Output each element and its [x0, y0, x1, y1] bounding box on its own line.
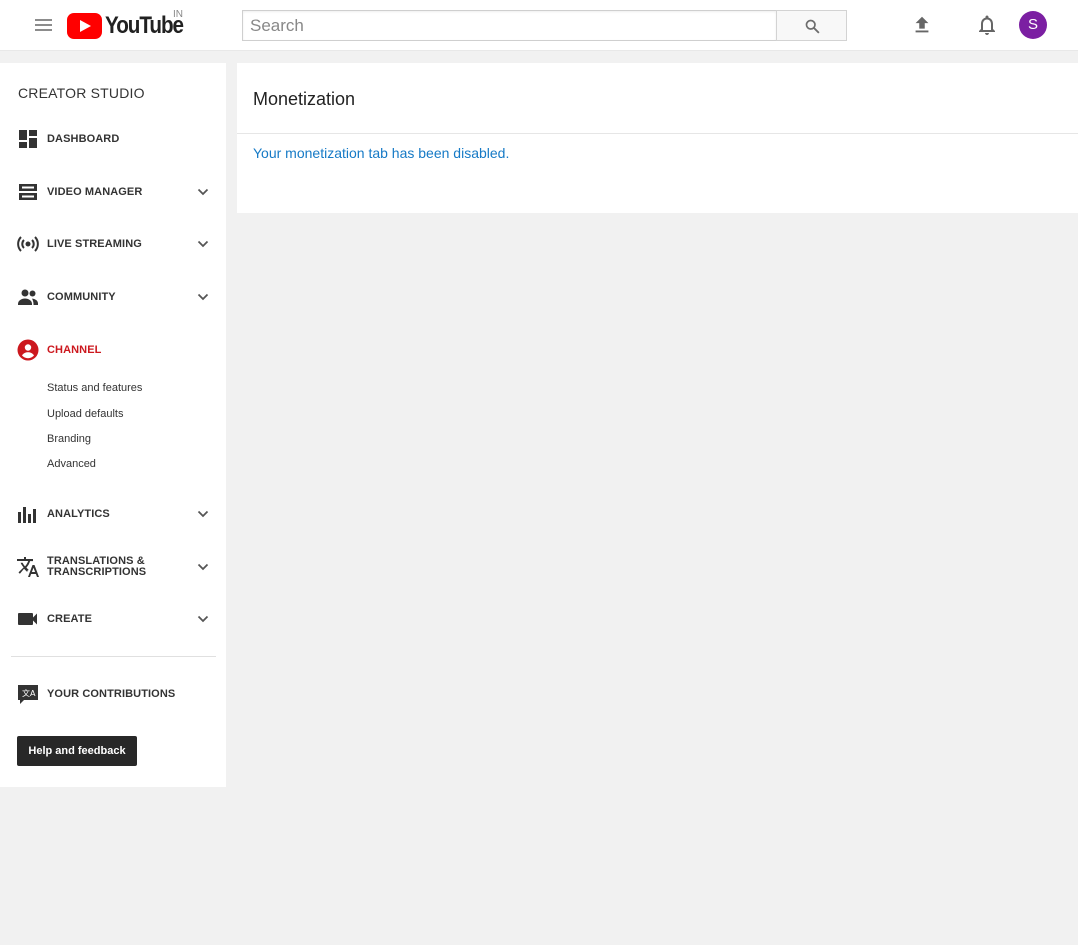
contributions-icon: 文A — [18, 685, 38, 704]
chevron-down-icon[interactable] — [196, 613, 210, 625]
sidebar-item-channel[interactable]: CHANNEL — [0, 335, 226, 365]
sidebar-item-label: CREATE — [47, 613, 93, 625]
sidebar-item-label: TRANSLATIONS & TRANSCRIPTIONS — [47, 556, 146, 578]
youtube-play-icon — [67, 13, 102, 39]
sidebar-item-label: YOUR CONTRIBUTIONS — [47, 688, 176, 700]
sidebar-item-analytics[interactable]: ANALYTICS — [0, 499, 226, 529]
sidebar-item-translations[interactable]: TRANSLATIONS & TRANSCRIPTIONS — [0, 552, 226, 582]
live-streaming-icon — [17, 236, 39, 252]
sidebar-item-community[interactable]: COMMUNITY — [0, 282, 226, 312]
menu-icon[interactable] — [35, 19, 52, 33]
logo-country-code: IN — [173, 9, 183, 20]
sidebar-divider — [11, 656, 216, 657]
chevron-down-icon[interactable] — [196, 238, 210, 250]
analytics-icon — [18, 507, 36, 523]
translate-icon — [17, 557, 39, 577]
channel-subitem-status-and-features[interactable]: Status and features — [47, 382, 142, 394]
sidebar-item-label: COMMUNITY — [47, 291, 116, 303]
sidebar-title: CREATOR STUDIO — [18, 85, 145, 101]
sidebar-item-create[interactable]: CREATE — [0, 604, 226, 634]
page-title: Monetization — [253, 89, 356, 109]
sidebar-item-your-contributions[interactable]: 文A YOUR CONTRIBUTIONS — [0, 679, 226, 709]
search-icon — [805, 19, 820, 34]
top-bar: YouTube IN S — [0, 0, 1078, 51]
dashboard-icon — [19, 130, 37, 148]
help-and-feedback-button[interactable]: Help and feedback — [17, 736, 137, 766]
youtube-logo[interactable]: YouTube IN — [67, 9, 196, 41]
avatar[interactable]: S — [1019, 11, 1047, 39]
sidebar-item-label: DASHBOARD — [47, 133, 120, 145]
sidebar: CREATOR STUDIO DASHBOARD VIDEO MANAGER L… — [0, 63, 226, 787]
label-line-2: TRANSCRIPTIONS — [47, 566, 147, 578]
sidebar-item-label: ANALYTICS — [47, 508, 110, 520]
monetization-disabled-message: Your monetization tab has been disabled. — [253, 145, 510, 161]
sidebar-item-label: LIVE STREAMING — [47, 238, 142, 250]
create-icon — [18, 613, 37, 625]
chevron-down-icon[interactable] — [196, 508, 210, 520]
channel-subitem-upload-defaults[interactable]: Upload defaults — [47, 408, 123, 420]
channel-icon — [17, 339, 39, 361]
community-icon — [18, 289, 38, 305]
channel-subitem-advanced[interactable]: Advanced — [47, 458, 96, 470]
channel-subitem-branding[interactable]: Branding — [47, 433, 91, 445]
chevron-down-icon[interactable] — [196, 291, 210, 303]
main-panel: Monetization Your monetization tab has b… — [237, 63, 1078, 213]
chevron-down-icon[interactable] — [196, 186, 210, 198]
video-manager-icon — [19, 184, 37, 200]
logo-text: YouTube — [105, 12, 184, 39]
sidebar-item-video-manager[interactable]: VIDEO MANAGER — [0, 177, 226, 207]
chevron-down-icon[interactable] — [196, 561, 210, 573]
search-input[interactable] — [242, 10, 777, 41]
sidebar-item-label: CHANNEL — [47, 344, 102, 356]
sidebar-item-live-streaming[interactable]: LIVE STREAMING — [0, 229, 226, 259]
upload-icon[interactable] — [911, 14, 933, 36]
notifications-bell-icon[interactable] — [975, 13, 999, 37]
main-divider — [237, 133, 1078, 134]
sidebar-item-dashboard[interactable]: DASHBOARD — [0, 124, 226, 154]
sidebar-item-label: VIDEO MANAGER — [47, 186, 143, 198]
search-button[interactable] — [776, 10, 847, 41]
svg-text:文A: 文A — [22, 688, 36, 698]
